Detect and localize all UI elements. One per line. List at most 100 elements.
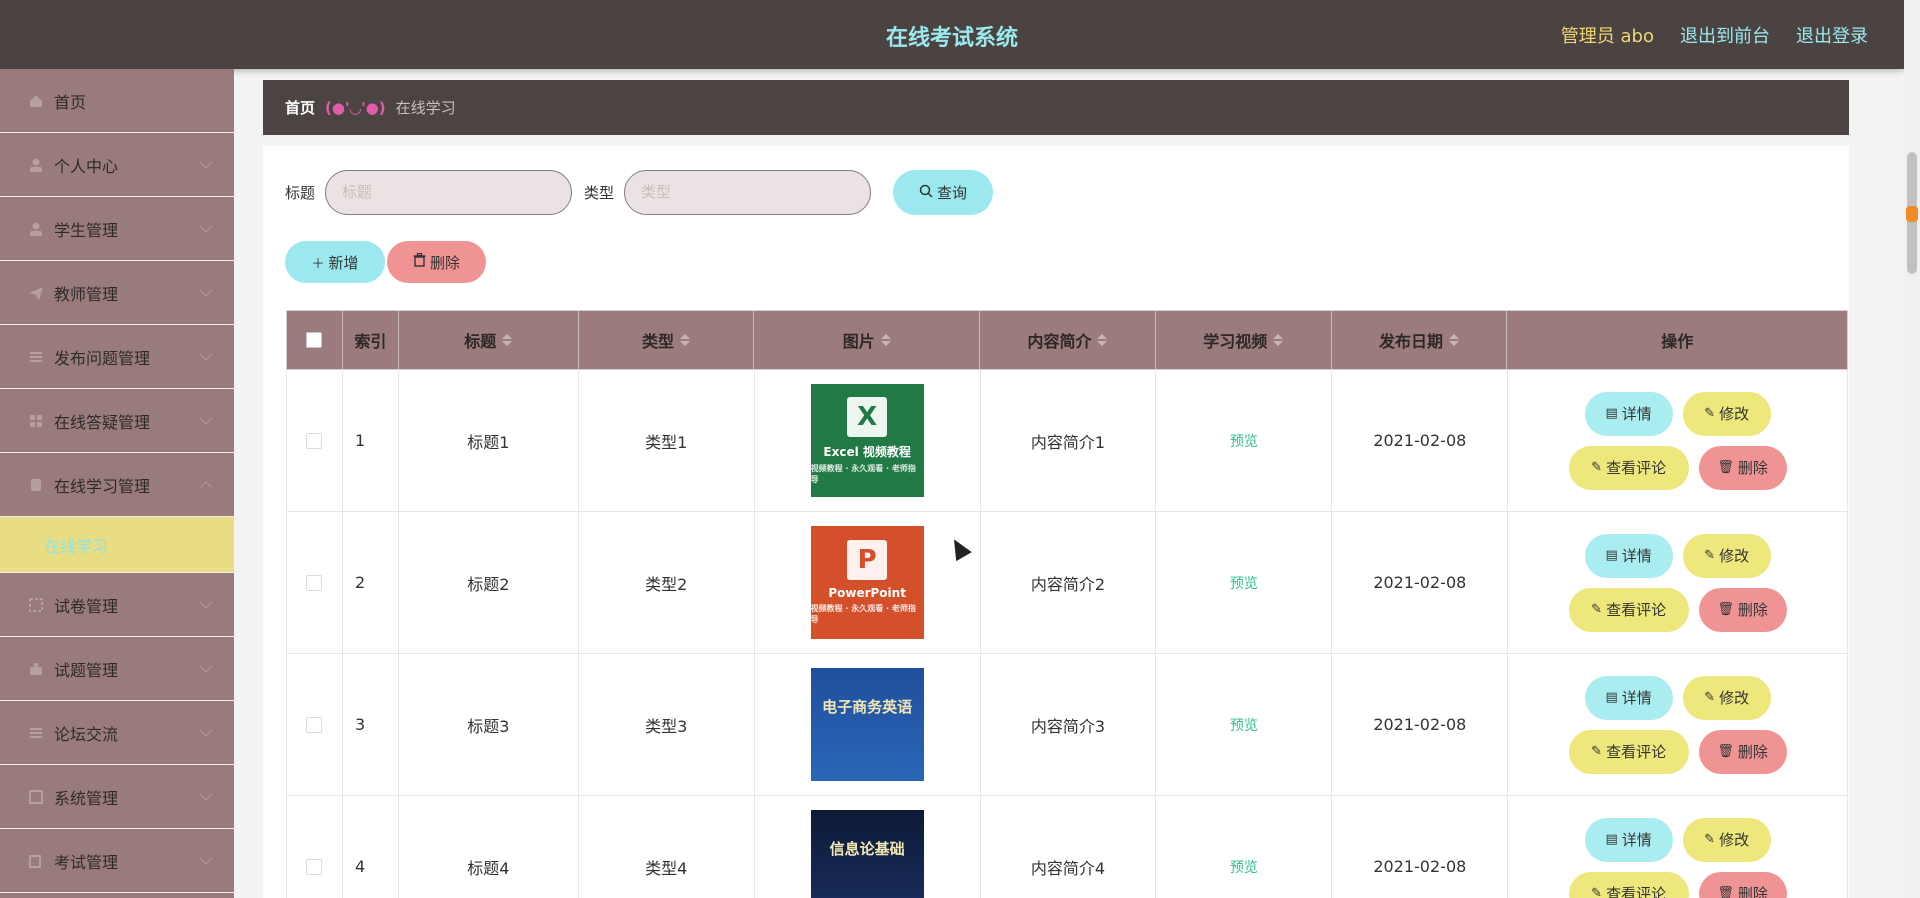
sidebar-item-home[interactable]: 首页	[0, 69, 234, 133]
query-button-label: 查询	[937, 184, 968, 202]
preview-link[interactable]: 预览	[1230, 715, 1258, 735]
edit-button[interactable]: ✎ 修改	[1682, 675, 1771, 720]
sort-icon[interactable]	[680, 334, 690, 346]
query-button[interactable]: 查询	[893, 170, 994, 215]
sort-icon[interactable]	[1097, 334, 1108, 346]
delete-button[interactable]: 🗑 删除	[1698, 729, 1787, 774]
sidebar-item-paper[interactable]: 试卷管理	[0, 573, 234, 637]
row-index: 3	[343, 654, 399, 795]
view-comments-button[interactable]: ✎ 查看评论	[1568, 587, 1689, 632]
add-button[interactable]: ＋ 新增	[285, 241, 385, 283]
detail-button[interactable]: ▤ 详情	[1584, 675, 1673, 720]
header-title[interactable]: 标题	[399, 311, 579, 369]
chevron-down-icon	[200, 285, 212, 297]
edit-button[interactable]: ✎ 修改	[1682, 533, 1771, 578]
sort-icon[interactable]	[880, 334, 891, 346]
row-actions: ▤ 详情 ✎ 修改 ✎ 查看评论 🗑 删除	[1508, 796, 1849, 898]
sidebar-item-forum[interactable]: 论坛交流	[0, 701, 234, 765]
pencil-icon: ✎	[1591, 744, 1603, 759]
table-row: 4 标题4 类型4 信息论基础 内容简介4 预览 2021-02-08 ▤ 详情 …	[286, 796, 1849, 898]
header-date[interactable]: 发布日期	[1332, 311, 1508, 369]
row-checkbox[interactable]	[306, 574, 323, 591]
sidebar-item-system[interactable]: 系统管理	[0, 765, 234, 829]
edit-label: 修改	[1719, 831, 1750, 849]
scroll-marker-icon	[1906, 206, 1918, 222]
delete-button[interactable]: 🗑 删除	[1698, 445, 1787, 490]
information-theory-cover-image[interactable]: 信息论基础	[810, 810, 924, 898]
excel-logo-icon: X	[847, 396, 888, 437]
sidebar-item-learning[interactable]: 在线学习管理	[0, 453, 234, 517]
header-video[interactable]: 学习视频	[1156, 311, 1332, 369]
student-icon	[28, 221, 44, 237]
header-label: 图片	[842, 332, 875, 351]
ecommerce-english-cover-image[interactable]: 电子商务英语	[810, 668, 924, 781]
row-checkbox[interactable]	[306, 858, 323, 875]
sidebar-item-question-publish[interactable]: 发布问题管理	[0, 325, 234, 389]
title-label: 标题	[285, 184, 316, 202]
view-comments-button[interactable]: ✎ 查看评论	[1568, 729, 1689, 774]
sort-icon[interactable]	[502, 334, 513, 346]
row-date: 2021-02-08	[1332, 512, 1509, 653]
sidebar-item-personal[interactable]: 个人中心	[0, 133, 234, 197]
trash-icon: 🗑	[1717, 602, 1734, 617]
preview-link[interactable]: 预览	[1230, 857, 1258, 877]
logout-link[interactable]: 退出登录	[1796, 22, 1868, 48]
sort-icon[interactable]	[1273, 334, 1284, 346]
sort-icon[interactable]	[1449, 334, 1460, 346]
row-checkbox[interactable]	[306, 716, 323, 733]
edit-label: 修改	[1719, 547, 1750, 565]
sidebar-item-qa[interactable]: 在线答疑管理	[0, 389, 234, 453]
delete-label: 删除	[1737, 601, 1768, 619]
header-image[interactable]: 图片	[754, 311, 981, 369]
page-scrollbar[interactable]	[1904, 0, 1920, 898]
document-icon: ▤	[1605, 690, 1618, 705]
preview-link[interactable]: 预览	[1230, 431, 1258, 451]
breadcrumb-home[interactable]: 首页	[285, 97, 315, 118]
trash-icon: 🗑	[1717, 744, 1734, 759]
view-comments-button[interactable]: ✎ 查看评论	[1568, 445, 1689, 490]
sidebar-item-exam[interactable]: 考试管理	[0, 829, 234, 893]
detail-button[interactable]: ▤ 详情	[1584, 817, 1673, 862]
paper-icon	[28, 597, 44, 613]
content-panel: 标题 类型 查询 ＋ 新增 删除 索引 标题 类型 图片 内容简介 学习视频 发…	[263, 146, 1849, 898]
chevron-down-icon	[200, 349, 212, 361]
header-intro[interactable]: 内容简介	[980, 311, 1156, 369]
row-title: 标题2	[399, 512, 579, 653]
sidebar-subitem-online-learning[interactable]: 在线学习	[0, 517, 234, 573]
table-row: 3 标题3 类型3 电子商务英语 内容简介3 预览 2021-02-08 ▤ 详情…	[286, 654, 1849, 796]
grid-icon	[28, 413, 44, 429]
delete-button[interactable]: 🗑 删除	[1698, 871, 1787, 898]
preview-link[interactable]: 预览	[1230, 573, 1258, 593]
sidebar-item-teacher[interactable]: 教师管理	[0, 261, 234, 325]
row-date: 2021-02-08	[1332, 370, 1509, 511]
sidebar-item-student[interactable]: 学生管理	[0, 197, 234, 261]
select-all-checkbox[interactable]	[306, 332, 323, 348]
header-label: 标题	[464, 332, 497, 351]
sidebar-item-label: 试卷管理	[54, 596, 119, 616]
row-checkbox[interactable]	[306, 432, 323, 449]
row-index: 2	[343, 512, 399, 653]
sidebar-item-questions[interactable]: 试题管理	[0, 637, 234, 701]
type-search-input[interactable]	[624, 170, 872, 215]
header-label: 内容简介	[1027, 332, 1092, 351]
delete-button[interactable]: 🗑 删除	[1698, 587, 1787, 632]
detail-label: 详情	[1621, 405, 1652, 423]
chevron-down-icon	[200, 853, 212, 865]
detail-button[interactable]: ▤ 详情	[1584, 391, 1673, 436]
row-video-cell: 预览	[1156, 654, 1333, 795]
header-type[interactable]: 类型	[579, 311, 755, 369]
edit-button[interactable]: ✎ 修改	[1682, 817, 1771, 862]
powerpoint-cover-image[interactable]: P PowerPoint 视频教程 · 永久观看 · 老师指导	[810, 526, 924, 639]
row-title: 标题1	[399, 370, 579, 511]
exit-to-front-link[interactable]: 退出到前台	[1680, 22, 1770, 48]
view-comments-button[interactable]: ✎ 查看评论	[1568, 871, 1689, 898]
detail-button[interactable]: ▤ 详情	[1584, 533, 1673, 578]
table-row: 2 标题2 类型2 P PowerPoint 视频教程 · 永久观看 · 老师指…	[286, 512, 1849, 654]
current-user: 管理员 abo	[1560, 26, 1654, 47]
edit-button[interactable]: ✎ 修改	[1682, 391, 1771, 436]
excel-cover-image[interactable]: X Excel 视频教程 视频教程 · 永久观看 · 老师指导	[810, 384, 924, 497]
title-search-input[interactable]	[325, 170, 573, 215]
batch-delete-button[interactable]: 删除	[387, 241, 486, 283]
sidebar-item-label: 论坛交流	[54, 724, 119, 744]
detail-label: 详情	[1621, 831, 1652, 849]
